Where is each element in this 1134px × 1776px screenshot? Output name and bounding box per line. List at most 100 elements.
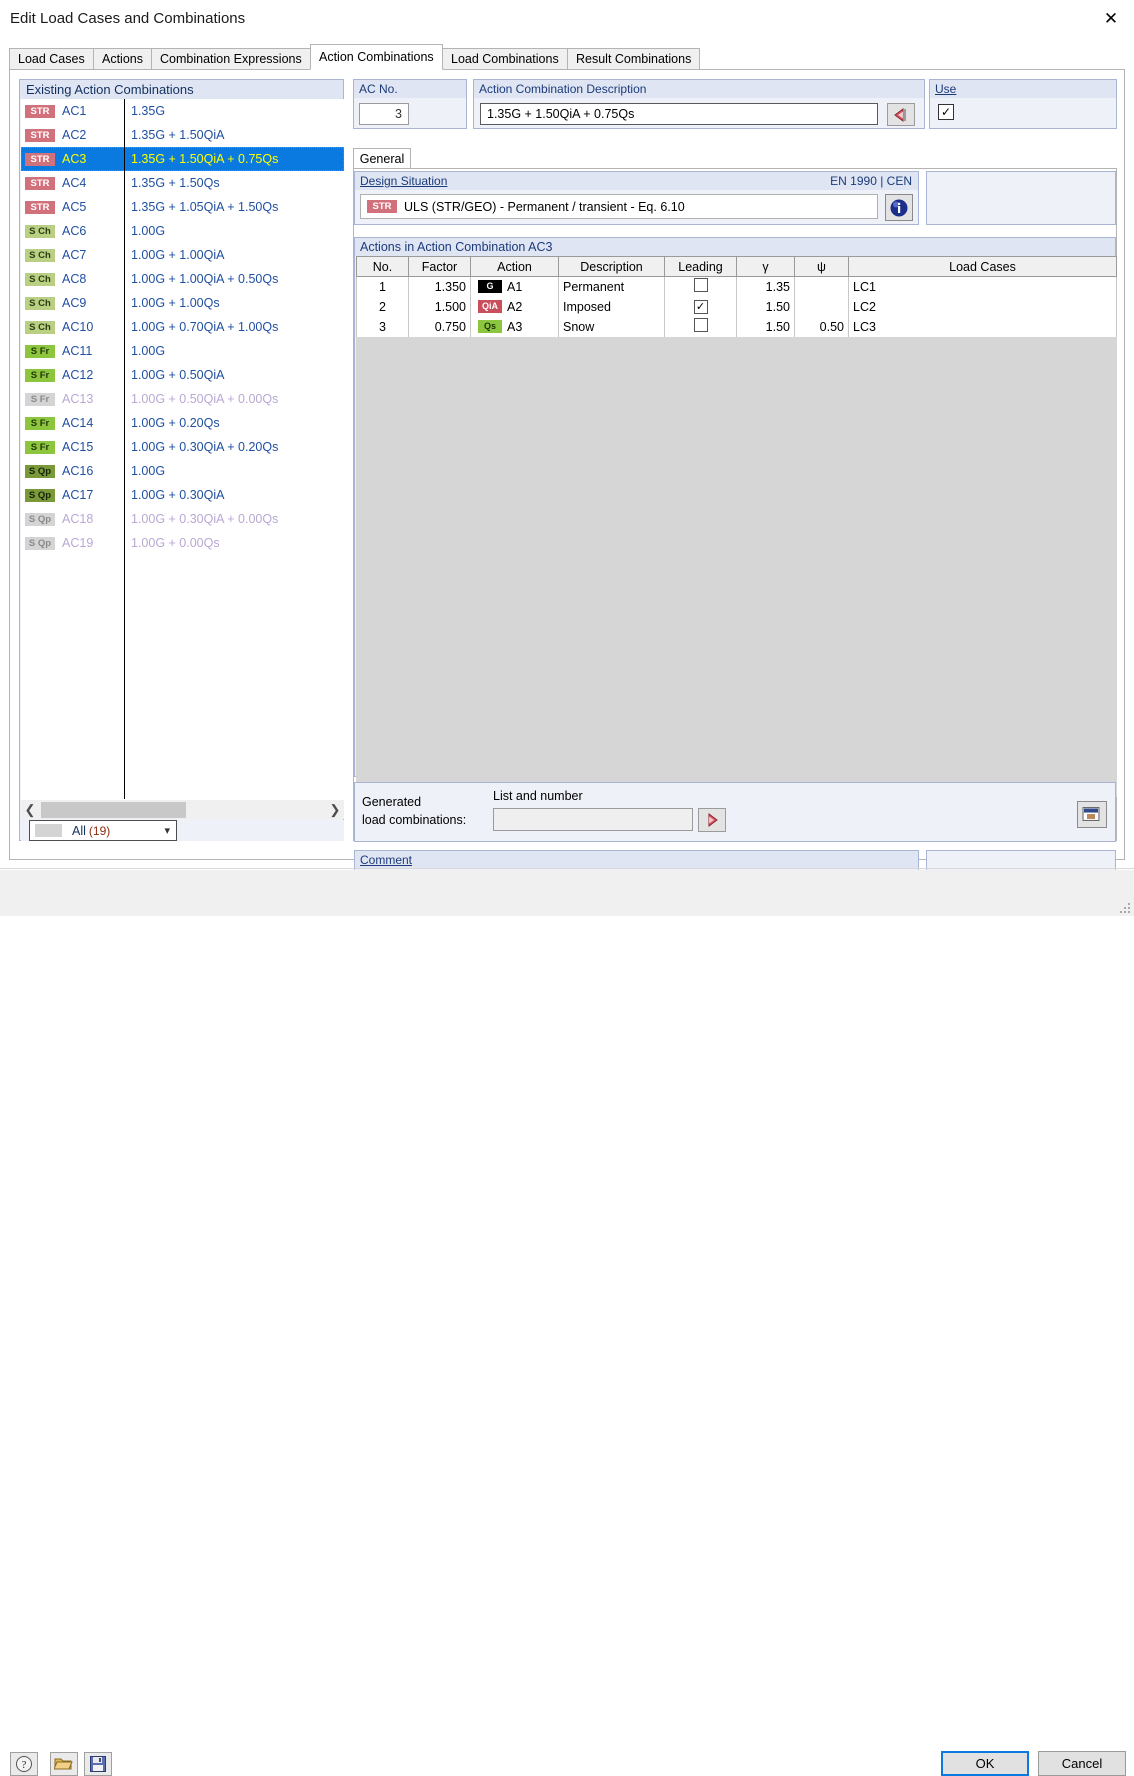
chevron-down-icon[interactable]: ▾ [164, 824, 170, 837]
ac-number-input[interactable]: 3 [359, 103, 409, 125]
leading-checkbox[interactable] [693, 278, 708, 293]
right-arrow-icon[interactable] [698, 808, 726, 832]
list-item-expression: 1.00G [131, 464, 166, 478]
tab-label: Actions [102, 52, 143, 66]
scrollbar-thumb[interactable] [41, 802, 186, 818]
list-item[interactable]: S Ch AC6 1.00G [21, 219, 344, 243]
tab-load-cases[interactable]: Load Cases [9, 48, 94, 70]
cell-action[interactable]: Qs A3 [470, 316, 559, 337]
list-item[interactable]: STR AC3 1.35G + 1.50QiA + 0.75Qs [21, 147, 344, 171]
cell-load-cases[interactable]: LC2 [848, 296, 1117, 317]
list-item[interactable]: STR AC4 1.35G + 1.50Qs [21, 171, 344, 195]
cell-description[interactable]: Permanent [558, 276, 665, 297]
leading-checkbox[interactable] [693, 318, 708, 332]
list-item-name: AC8 [62, 272, 87, 286]
tab-result-combinations[interactable]: Result Combinations [567, 48, 701, 70]
resize-grip-icon[interactable] [1118, 901, 1132, 915]
list-item[interactable]: STR AC2 1.35G + 1.50QiA [21, 123, 344, 147]
actions-table[interactable]: No. Factor Action Description Leading γ ψ Load … [356, 256, 1117, 797]
info-icon[interactable] [885, 194, 913, 221]
action-combinations-list[interactable]: STR AC1 1.35G STR AC2 1.35G + 1.50QiA STR AC3 1.… [21, 99, 344, 799]
chevron-left-icon[interactable]: ❮ [21, 800, 39, 820]
cell-factor[interactable]: 1.350 [408, 276, 471, 297]
table-row[interactable]: 2 1.500 QiA A2 Imposed ✓ 1.50 LC2 [356, 296, 1117, 317]
generated-label-line1: Generated [362, 795, 422, 809]
back-arrow-icon[interactable] [887, 103, 915, 126]
list-item[interactable]: S Qp AC17 1.00G + 0.30QiA [21, 483, 344, 507]
ok-button[interactable]: OK [941, 1751, 1029, 1776]
info-glyph [890, 199, 908, 216]
cell-factor[interactable]: 1.500 [408, 296, 471, 317]
column-header[interactable]: No. [356, 256, 409, 277]
column-header[interactable]: Leading [664, 256, 737, 277]
list-item[interactable]: S Fr AC13 1.00G + 0.50QiA + 0.00Qs [21, 387, 344, 411]
cell-no[interactable]: 3 [356, 316, 409, 337]
cell-load-cases[interactable]: LC3 [848, 316, 1117, 337]
use-checkbox[interactable]: ✓ [938, 104, 954, 120]
list-item[interactable]: STR AC5 1.35G + 1.05QiA + 1.50Qs [21, 195, 344, 219]
cell-no[interactable]: 2 [356, 296, 409, 317]
cell-leading[interactable]: ✓ [664, 296, 737, 317]
tab-general[interactable]: General [353, 148, 411, 169]
list-item[interactable]: S Qp AC18 1.00G + 0.30QiA + 0.00Qs [21, 507, 344, 531]
cell-psi[interactable] [794, 276, 849, 297]
cell-leading[interactable] [664, 316, 737, 337]
list-item[interactable]: S Ch AC9 1.00G + 1.00Qs [21, 291, 344, 315]
cell-psi[interactable] [794, 296, 849, 317]
list-item-expression: 1.00G + 0.30QiA + 0.20Qs [131, 440, 279, 454]
list-item[interactable]: S Qp AC16 1.00G [21, 459, 344, 483]
description-input[interactable]: 1.35G + 1.50QiA + 0.75Qs [480, 103, 878, 125]
column-header[interactable]: Description [558, 256, 665, 277]
cell-no[interactable]: 1 [356, 276, 409, 297]
list-item[interactable]: S Fr AC15 1.00G + 0.30QiA + 0.20Qs [21, 435, 344, 459]
cell-psi[interactable]: 0.50 [794, 316, 849, 337]
tab-load-combinations[interactable]: Load Combinations [442, 48, 568, 70]
cell-action[interactable]: G A1 [470, 276, 559, 297]
table-view-icon[interactable] [1077, 801, 1107, 828]
list-horizontal-scrollbar[interactable]: ❮ ❯ [21, 799, 344, 819]
column-header[interactable]: γ [736, 256, 795, 277]
column-header[interactable]: Action [470, 256, 559, 277]
save-icon[interactable] [84, 1752, 112, 1776]
list-item-expression: 1.00G + 0.30QiA + 0.00Qs [131, 512, 279, 526]
tab-combination-expressions[interactable]: Combination Expressions [151, 48, 311, 70]
table-row[interactable]: 1 1.350 G A1 Permanent 1.35 LC1 [356, 276, 1117, 297]
list-item-expression: 1.00G [131, 344, 166, 358]
column-header[interactable]: ψ [794, 256, 849, 277]
design-situation-combobox[interactable]: STR ULS (STR/GEO) - Permanent / transien… [360, 194, 878, 219]
open-folder-icon[interactable] [50, 1752, 78, 1776]
list-item[interactable]: S Ch AC8 1.00G + 1.00QiA + 0.50Qs [21, 267, 344, 291]
help-icon[interactable]: ? [10, 1752, 38, 1776]
cell-action[interactable]: QiA A2 [470, 296, 559, 317]
generated-label-line2: load combinations: [362, 813, 467, 827]
list-item[interactable]: STR AC1 1.35G [21, 99, 344, 123]
list-item[interactable]: S Fr AC14 1.00G + 0.20Qs [21, 411, 344, 435]
cell-description[interactable]: Snow [558, 316, 665, 337]
tab-action-combinations[interactable]: Action Combinations [310, 44, 443, 70]
filter-combobox[interactable]: All (19) ▾ [29, 820, 177, 841]
column-header[interactable]: Factor [408, 256, 471, 277]
list-item[interactable]: S Ch AC10 1.00G + 0.70QiA + 1.00Qs [21, 315, 344, 339]
cell-load-cases[interactable]: LC1 [848, 276, 1117, 297]
close-icon[interactable]: ✕ [1088, 0, 1134, 38]
table-row[interactable]: 3 0.750 Qs A3 Snow 1.50 0.50 LC3 [356, 316, 1117, 337]
cell-gamma[interactable]: 1.50 [736, 296, 795, 317]
cell-factor[interactable]: 0.750 [408, 316, 471, 337]
list-item-expression: 1.00G + 1.00QiA + 0.50Qs [131, 272, 279, 286]
tab-actions[interactable]: Actions [93, 48, 152, 70]
main-tabstrip: Load Cases Actions Combination Expressions… [9, 44, 1125, 70]
chevron-right-icon[interactable]: ❯ [326, 800, 344, 820]
cell-gamma[interactable]: 1.35 [736, 276, 795, 297]
list-and-number-input[interactable] [493, 808, 693, 831]
cell-description[interactable]: Imposed [558, 296, 665, 317]
list-item[interactable]: S Fr AC11 1.00G [21, 339, 344, 363]
cell-gamma[interactable]: 1.50 [736, 316, 795, 337]
list-item[interactable]: S Qp AC19 1.00G + 0.00Qs [21, 531, 344, 555]
column-header[interactable]: Load Cases [848, 256, 1117, 277]
table-filler-cell [558, 336, 665, 797]
cancel-button[interactable]: Cancel [1038, 1751, 1126, 1776]
list-item[interactable]: S Fr AC12 1.00G + 0.50QiA [21, 363, 344, 387]
leading-checkbox[interactable]: ✓ [693, 300, 708, 315]
cell-leading[interactable] [664, 276, 737, 297]
list-item[interactable]: S Ch AC7 1.00G + 1.00QiA [21, 243, 344, 267]
